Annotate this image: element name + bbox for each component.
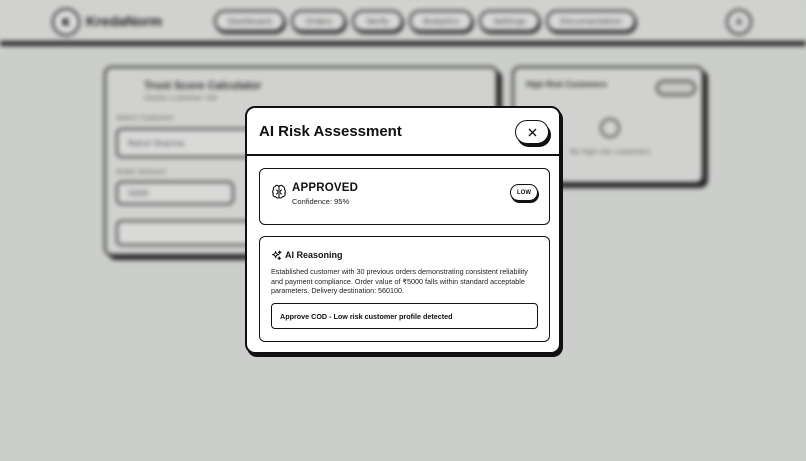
close-icon	[528, 128, 536, 136]
ai-risk-modal: AI Risk Assessment APPROVED Confidence: …	[245, 106, 561, 354]
recommendation-box: Approve COD - Low risk customer profile …	[271, 303, 538, 329]
modal-title: AI Risk Assessment	[259, 123, 402, 140]
reasoning-title: AI Reasoning	[285, 250, 343, 260]
decision-status: APPROVED	[292, 182, 359, 194]
risk-level-badge: LOW	[510, 184, 538, 201]
close-button[interactable]	[515, 120, 549, 144]
modal-header: AI Risk Assessment	[247, 108, 559, 156]
sparkles-icon	[271, 250, 282, 261]
status-card: APPROVED Confidence: 95% LOW	[259, 168, 550, 225]
reasoning-card: AI Reasoning Established customer with 3…	[259, 236, 550, 342]
reasoning-text: Established customer with 30 previous or…	[271, 267, 528, 296]
confidence-text: Confidence: 95%	[292, 197, 350, 206]
brain-icon	[272, 184, 286, 199]
